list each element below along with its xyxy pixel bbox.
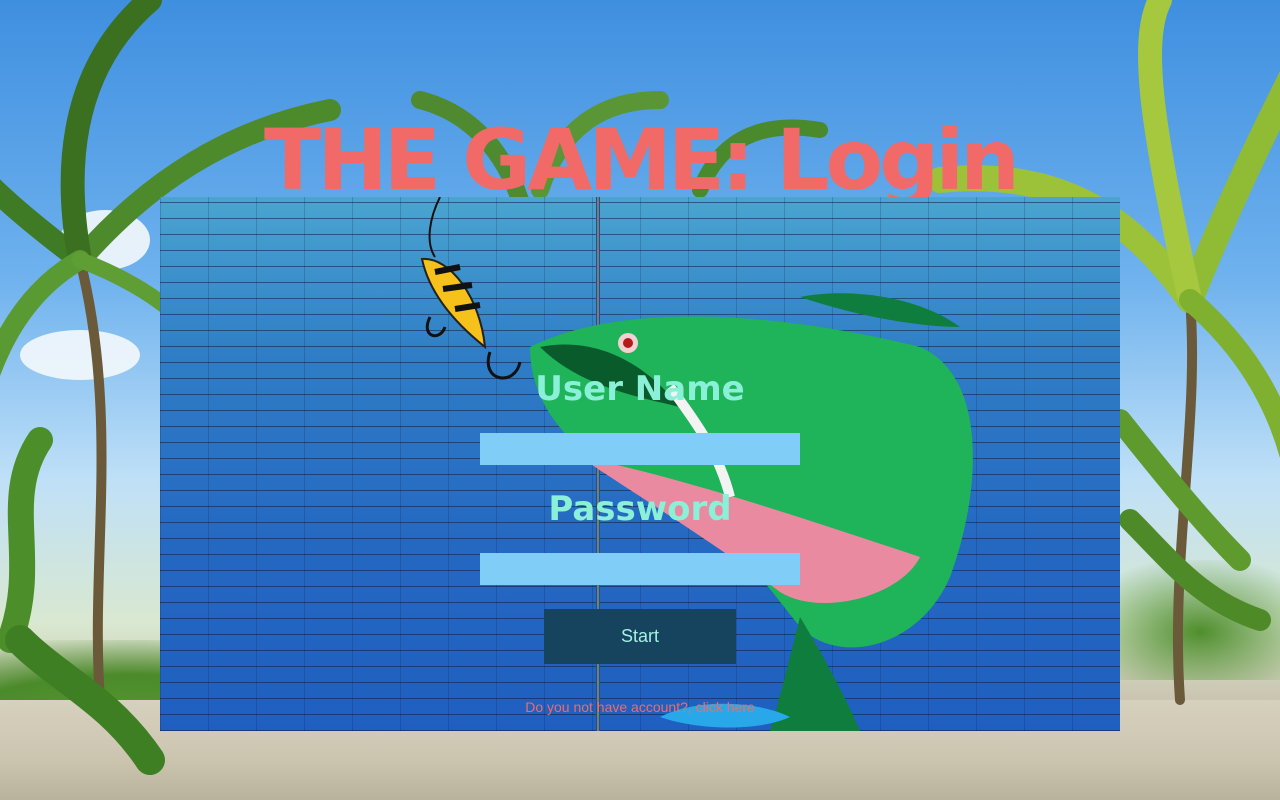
username-label: User Name xyxy=(535,369,745,409)
page-title: THE GAME: Login xyxy=(264,111,1020,210)
start-button[interactable]: Start xyxy=(544,609,736,664)
username-input[interactable] xyxy=(480,433,800,465)
signup-link[interactable]: Do you not have account?, click here xyxy=(160,699,1120,715)
login-form: User Name Password Start Do you not have… xyxy=(160,197,1120,731)
password-input[interactable] xyxy=(480,553,800,585)
password-label: Password xyxy=(548,489,732,529)
login-card: User Name Password Start Do you not have… xyxy=(160,197,1120,731)
